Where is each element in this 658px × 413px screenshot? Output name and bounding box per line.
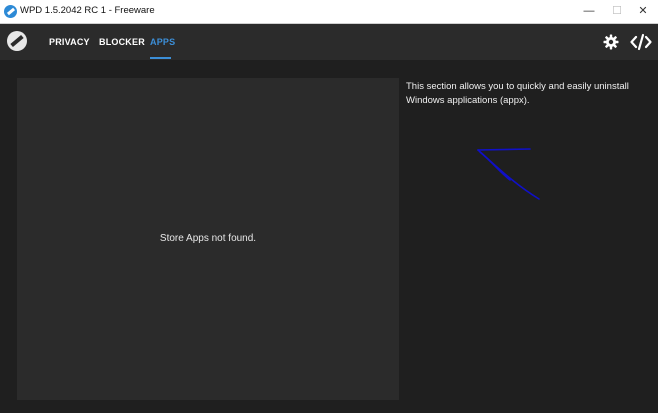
annotation-arrow-icon — [477, 148, 540, 200]
window-title: WPD 1.5.2042 RC 1 - Freeware — [20, 5, 155, 16]
tab-blocker[interactable]: BLOCKER — [99, 37, 145, 47]
minimize-button[interactable]: — — [574, 0, 604, 23]
empty-state-message: Store Apps not found. — [159, 233, 257, 244]
tab-privacy[interactable]: PRIVACY — [49, 37, 90, 47]
code-icon[interactable] — [630, 33, 652, 51]
nav-bar: PRIVACY BLOCKER APPS — [0, 24, 658, 60]
settings-gear-icon[interactable] — [603, 34, 619, 50]
active-tab-indicator — [150, 57, 171, 59]
apps-list-panel[interactable]: Store Apps not found. — [17, 78, 399, 400]
tab-apps[interactable]: APPS — [150, 37, 175, 47]
close-button[interactable]: ✕ — [628, 0, 658, 23]
section-description: This section allows you to quickly and e… — [406, 81, 629, 106]
title-bar: WPD 1.5.2042 RC 1 - Freeware — ☐ ✕ — [0, 0, 658, 24]
app-logo-icon[interactable] — [7, 31, 27, 51]
app-title-icon — [4, 5, 17, 18]
